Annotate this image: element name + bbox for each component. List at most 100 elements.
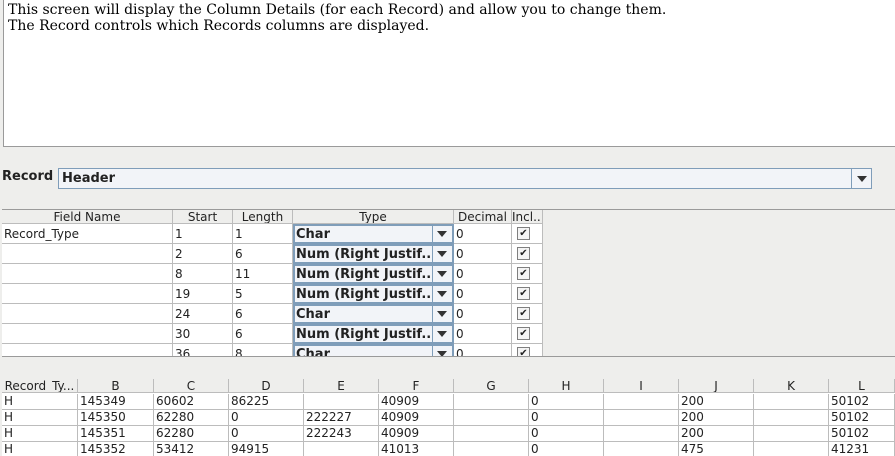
data-cell[interactable]: 475 bbox=[679, 442, 754, 456]
header-include[interactable]: Incl... bbox=[512, 210, 543, 224]
field-name-cell[interactable] bbox=[2, 324, 173, 344]
data-row[interactable]: H 145352 53412 94915 41013 0 475 41231 bbox=[2, 442, 895, 456]
type-dropdown[interactable]: Num (Right Justif... bbox=[293, 324, 454, 344]
include-checkbox[interactable]: ✔ bbox=[517, 347, 530, 356]
header-decimal[interactable]: Decimal bbox=[454, 210, 512, 224]
field-row[interactable]: 30 6 Num (Right Justif... 0 ✔ bbox=[2, 324, 543, 344]
data-cell[interactable]: 62280 bbox=[154, 410, 229, 426]
data-cell[interactable]: 200 bbox=[679, 394, 754, 410]
data-cell[interactable] bbox=[754, 442, 829, 456]
data-cell[interactable] bbox=[304, 442, 379, 456]
data-cell[interactable]: 40909 bbox=[379, 410, 454, 426]
data-cell[interactable]: 41231 bbox=[829, 442, 895, 456]
length-cell[interactable]: 11 bbox=[233, 264, 293, 284]
record-dropdown[interactable]: Header bbox=[58, 168, 872, 189]
data-cell[interactable]: 41013 bbox=[379, 442, 454, 456]
include-checkbox[interactable]: ✔ bbox=[517, 327, 530, 340]
data-cell[interactable] bbox=[454, 442, 529, 456]
field-row[interactable]: 36 8 Char 0 ✔ bbox=[2, 344, 543, 356]
type-dropdown-arrow[interactable] bbox=[432, 266, 452, 282]
include-checkbox[interactable]: ✔ bbox=[517, 307, 530, 320]
length-cell[interactable]: 5 bbox=[233, 284, 293, 304]
decimal-cell[interactable]: 0 bbox=[454, 344, 512, 356]
data-cell[interactable]: 145352 bbox=[78, 442, 154, 456]
data-cell[interactable]: 50102 bbox=[829, 394, 895, 410]
decimal-cell[interactable]: 0 bbox=[454, 244, 512, 264]
data-cell[interactable]: 145351 bbox=[78, 426, 154, 442]
data-cell[interactable]: 94915 bbox=[229, 442, 304, 456]
data-row[interactable]: H 145350 62280 0 222227 40909 0 200 50102 bbox=[2, 410, 895, 426]
data-cell[interactable]: 62280 bbox=[154, 426, 229, 442]
field-name-cell[interactable] bbox=[2, 244, 173, 264]
type-dropdown-arrow[interactable] bbox=[432, 346, 452, 356]
data-cell[interactable]: 222243 bbox=[304, 426, 379, 442]
data-cell[interactable]: 200 bbox=[679, 426, 754, 442]
type-dropdown[interactable]: Char bbox=[293, 224, 454, 244]
start-cell[interactable]: 30 bbox=[173, 324, 233, 344]
field-name-cell[interactable] bbox=[2, 304, 173, 324]
length-cell[interactable]: 6 bbox=[233, 244, 293, 264]
data-column-header[interactable]: J bbox=[679, 379, 754, 393]
field-row[interactable]: 2 6 Num (Right Justif... 0 ✔ bbox=[2, 244, 543, 264]
data-column-header[interactable]: G bbox=[454, 379, 529, 393]
length-cell[interactable]: 6 bbox=[233, 304, 293, 324]
field-row[interactable]: Record_Type 1 1 Char 0 ✔ bbox=[2, 224, 543, 244]
data-column-header[interactable]: H bbox=[529, 379, 604, 393]
data-column-header[interactable]: K bbox=[754, 379, 829, 393]
data-row[interactable]: H 145351 62280 0 222243 40909 0 200 50102 bbox=[2, 426, 895, 442]
field-row[interactable]: 19 5 Num (Right Justif... 0 ✔ bbox=[2, 284, 543, 304]
start-cell[interactable]: 8 bbox=[173, 264, 233, 284]
data-cell[interactable] bbox=[604, 442, 679, 456]
decimal-cell[interactable]: 0 bbox=[454, 324, 512, 344]
data-cell[interactable]: 40909 bbox=[379, 394, 454, 410]
description-text-area[interactable]: This screen will display the Column Deta… bbox=[3, 0, 895, 147]
data-cell[interactable] bbox=[454, 410, 529, 426]
data-cell[interactable] bbox=[454, 394, 529, 410]
header-type[interactable]: Type bbox=[293, 210, 454, 224]
data-column-header[interactable]: D bbox=[229, 379, 304, 393]
type-dropdown[interactable]: Char bbox=[293, 304, 454, 324]
data-cell[interactable]: 222227 bbox=[304, 410, 379, 426]
data-cell[interactable]: H bbox=[2, 410, 78, 426]
header-length[interactable]: Length bbox=[233, 210, 293, 224]
data-column-header[interactable]: B bbox=[78, 379, 154, 393]
data-cell[interactable]: 0 bbox=[229, 410, 304, 426]
type-dropdown-arrow[interactable] bbox=[432, 326, 452, 342]
data-cell[interactable] bbox=[604, 426, 679, 442]
data-cell[interactable]: 50102 bbox=[829, 426, 895, 442]
data-column-header[interactable]: Record_Ty... bbox=[2, 379, 78, 393]
data-column-header[interactable]: E bbox=[304, 379, 379, 393]
data-cell[interactable]: 53412 bbox=[154, 442, 229, 456]
data-column-header[interactable]: C bbox=[154, 379, 229, 393]
data-cell[interactable] bbox=[454, 426, 529, 442]
data-cell[interactable] bbox=[304, 394, 379, 410]
data-cell[interactable]: 86225 bbox=[229, 394, 304, 410]
field-name-cell[interactable]: Record_Type bbox=[2, 224, 173, 244]
field-name-cell[interactable] bbox=[2, 284, 173, 304]
data-cell[interactable]: 0 bbox=[229, 426, 304, 442]
header-start[interactable]: Start bbox=[173, 210, 233, 224]
decimal-cell[interactable]: 0 bbox=[454, 304, 512, 324]
header-field-name[interactable]: Field Name bbox=[2, 210, 173, 224]
data-cell[interactable]: 0 bbox=[529, 426, 604, 442]
data-cell[interactable]: 0 bbox=[529, 442, 604, 456]
include-checkbox[interactable]: ✔ bbox=[517, 227, 530, 240]
data-cell[interactable]: H bbox=[2, 442, 78, 456]
data-cell[interactable] bbox=[754, 410, 829, 426]
include-checkbox[interactable]: ✔ bbox=[517, 267, 530, 280]
data-cell[interactable] bbox=[754, 426, 829, 442]
type-dropdown[interactable]: Num (Right Justif... bbox=[293, 284, 454, 304]
type-dropdown-arrow[interactable] bbox=[432, 226, 452, 242]
type-dropdown[interactable]: Num (Right Justif... bbox=[293, 244, 454, 264]
data-column-header[interactable]: L bbox=[829, 379, 895, 393]
record-dropdown-arrow[interactable] bbox=[851, 169, 871, 188]
data-cell[interactable] bbox=[604, 410, 679, 426]
start-cell[interactable]: 36 bbox=[173, 344, 233, 356]
start-cell[interactable]: 19 bbox=[173, 284, 233, 304]
start-cell[interactable]: 1 bbox=[173, 224, 233, 244]
field-row[interactable]: 8 11 Num (Right Justif... 0 ✔ bbox=[2, 264, 543, 284]
length-cell[interactable]: 6 bbox=[233, 324, 293, 344]
decimal-cell[interactable]: 0 bbox=[454, 224, 512, 244]
length-cell[interactable]: 1 bbox=[233, 224, 293, 244]
type-dropdown-arrow[interactable] bbox=[432, 306, 452, 322]
